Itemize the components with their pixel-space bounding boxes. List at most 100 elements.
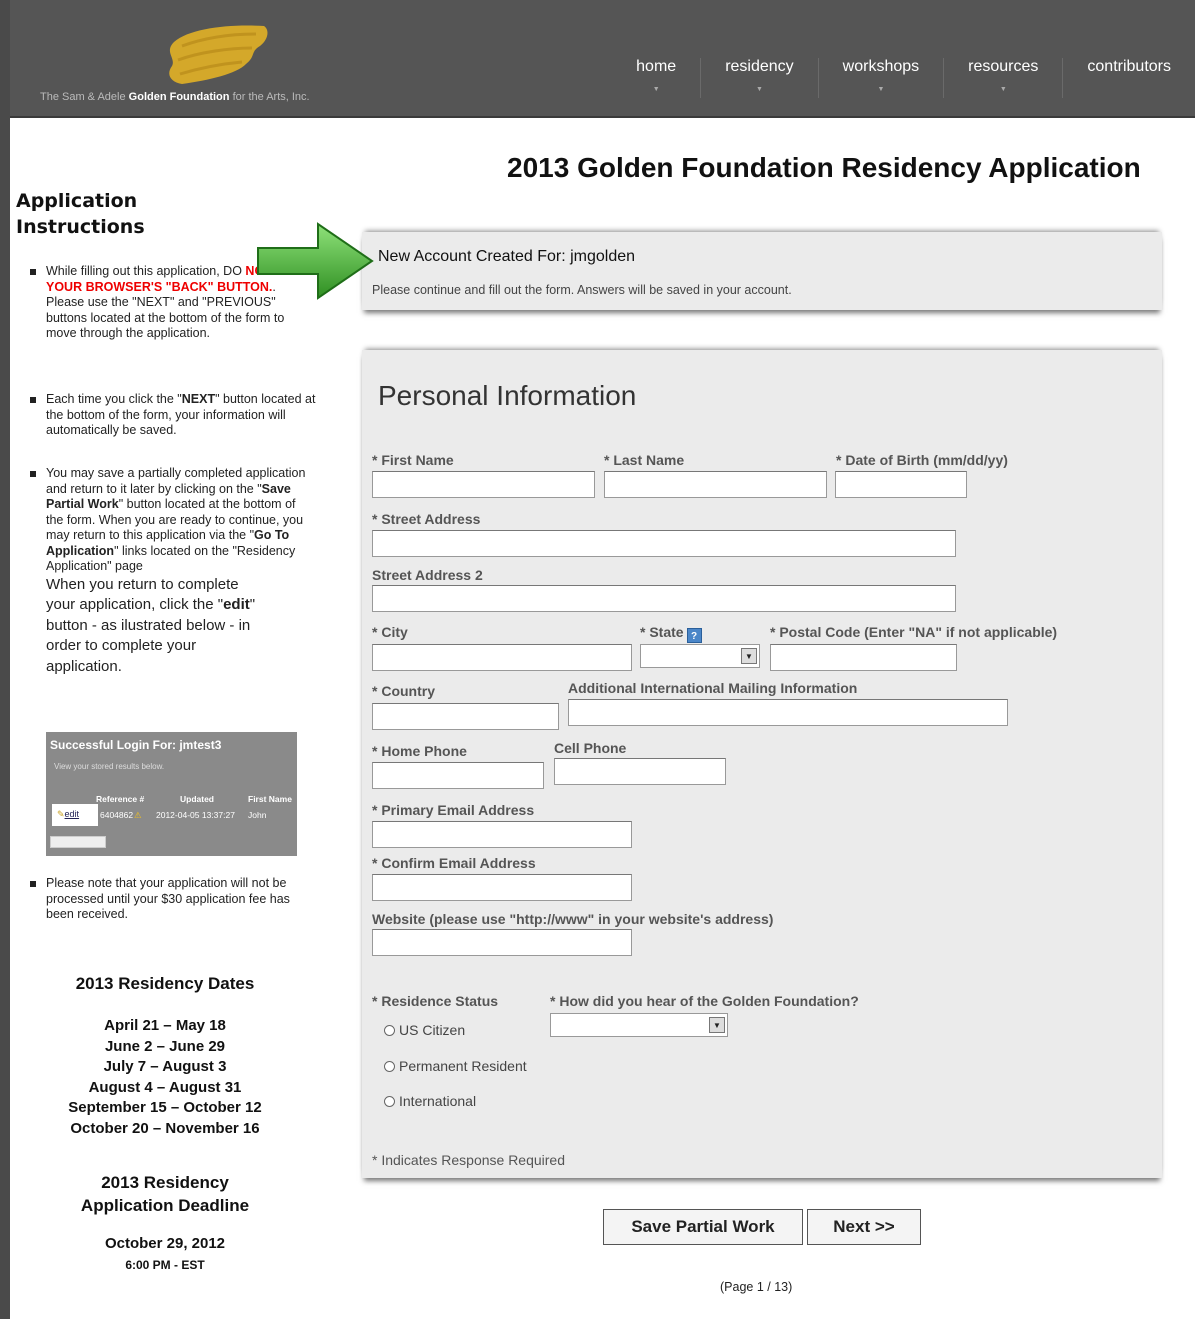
next-emphasis: NEXT — [181, 392, 216, 406]
nav-workshops[interactable]: workshops ▼ — [817, 58, 943, 98]
country-label: * Country — [372, 683, 435, 699]
postal-code-input[interactable] — [770, 644, 957, 671]
radio-label: US Citizen — [399, 1022, 466, 1038]
notice-text: Please continue and fill out the form. A… — [372, 283, 792, 297]
nav-label: residency — [725, 58, 794, 75]
example-title: Successful Login For: jmtest3 — [50, 738, 222, 752]
example-col-ref: Reference # — [96, 794, 145, 804]
hear-about-select[interactable]: ▼ — [550, 1013, 728, 1037]
example-updated: 2012-04-05 13:37:27 — [156, 810, 235, 820]
nav-label: contributors — [1087, 58, 1171, 75]
account-notice-panel — [362, 232, 1162, 310]
street-address-2-label: Street Address 2 — [372, 567, 483, 583]
nav-label: home — [636, 58, 677, 75]
help-icon[interactable]: ? — [686, 628, 702, 643]
date-range: October 20 – November 16 — [70, 1119, 260, 1137]
dates-list: April 21 – May 18 June 2 – June 29 July … — [30, 1016, 300, 1139]
nav-contributors[interactable]: contributors — [1062, 58, 1195, 98]
residence-international[interactable]: International — [384, 1093, 476, 1109]
deadline-heading: 2013 Residency Application Deadline — [30, 1171, 300, 1217]
country-input[interactable] — [372, 703, 559, 730]
tagline-suffix: for the Arts, Inc. — [232, 91, 310, 103]
example-subtitle: View your stored results below. — [54, 762, 165, 771]
city-label: * City — [372, 624, 408, 640]
instruction-next-button: Each time you click the "NEXT" button lo… — [30, 392, 316, 439]
example-edit-button: ✎edit — [52, 804, 98, 826]
instruction-text: Each time you click the " — [46, 392, 182, 406]
website-input[interactable] — [372, 929, 632, 956]
confirm-email-input[interactable] — [372, 874, 632, 901]
deadline-time: 6:00 PM - EST — [125, 1258, 205, 1272]
nav-home[interactable]: home ▼ — [612, 58, 700, 98]
page-title: 2013 Golden Foundation Residency Applica… — [507, 152, 1141, 183]
tagline-prefix: The Sam & Adele — [40, 91, 126, 103]
radio-circle-icon — [384, 1025, 395, 1036]
nav-label: workshops — [842, 58, 920, 75]
required-note: * Indicates Response Required — [372, 1152, 566, 1168]
dropdown-arrow-icon: ▼ — [741, 648, 757, 664]
deadline-heading-line: 2013 Residency — [101, 1173, 229, 1192]
nav-label: resources — [968, 58, 1039, 75]
date-range: April 21 – May 18 — [104, 1017, 226, 1034]
intl-mailing-label: Additional International Mailing Informa… — [568, 680, 858, 696]
chevron-down-icon: ▼ — [877, 86, 885, 93]
foundation-tagline[interactable]: The Sam & Adele Golden Foundation for th… — [40, 91, 310, 103]
instruction-fee: Please note that your application will n… — [30, 876, 316, 923]
date-range: June 2 – June 29 — [104, 1037, 226, 1055]
radio-label: International — [399, 1093, 477, 1109]
first-name-input[interactable] — [372, 471, 595, 498]
example-first: John — [248, 810, 267, 820]
instructions-heading: Application Instructions — [16, 190, 145, 238]
home-phone-input[interactable] — [372, 762, 544, 789]
edit-emphasis: edit — [223, 596, 250, 613]
radio-circle-icon — [384, 1061, 395, 1072]
dropdown-arrow-icon: ▼ — [709, 1017, 725, 1033]
dob-input[interactable] — [835, 471, 967, 498]
confirm-email-label: * Confirm Email Address — [372, 855, 536, 871]
deadline-heading-line: Application Deadline — [80, 1196, 250, 1215]
last-name-input[interactable] — [604, 471, 827, 498]
nav-residency[interactable]: residency ▼ — [700, 58, 817, 98]
street-address-label: * Street Address — [372, 511, 481, 527]
example-edit-label: edit — [64, 809, 80, 819]
save-partial-work-button[interactable]: Save Partial Work — [603, 1209, 803, 1245]
intl-mailing-input[interactable] — [568, 699, 1008, 726]
chevron-down-icon: ▼ — [999, 86, 1007, 93]
example-scrollbar — [50, 836, 106, 848]
state-label: * State? — [640, 624, 702, 643]
instruction-text: While filling out this application, DO — [46, 264, 242, 278]
next-button[interactable]: Next >> — [807, 1209, 921, 1245]
residence-permanent-resident[interactable]: Permanent Resident — [384, 1058, 527, 1074]
warning-icon: ⚠ — [134, 810, 142, 820]
cell-phone-input[interactable] — [554, 758, 726, 785]
instruction-edit: When you return to complete your applica… — [46, 575, 256, 678]
tagline-brand: Golden Foundation — [128, 91, 230, 103]
residence-us-citizen[interactable]: US Citizen — [384, 1022, 465, 1038]
postal-code-label: * Postal Code (Enter "NA" if not applica… — [770, 624, 1058, 640]
home-phone-label: * Home Phone — [372, 743, 467, 759]
last-name-label: * Last Name — [604, 452, 685, 468]
state-select[interactable]: ▼ — [640, 644, 760, 668]
residence-status-label: * Residence Status — [372, 993, 499, 1009]
primary-email-input[interactable] — [372, 821, 632, 848]
primary-email-label: * Primary Email Address — [372, 802, 535, 818]
golden-paint-swatch-logo[interactable] — [160, 22, 272, 86]
dob-label: * Date of Birth (mm/dd/yy) — [836, 452, 1008, 468]
main-nav: home ▼ residency ▼ workshops ▼ resources ▼ c… — [612, 58, 1195, 98]
page-indicator: (Page 1 / 13) — [720, 1280, 793, 1294]
street-address-2-input[interactable] — [372, 585, 956, 612]
website-label: Website (please use "http://www" in your… — [372, 911, 774, 927]
chevron-down-icon: ▼ — [755, 86, 763, 93]
city-input[interactable] — [372, 644, 632, 671]
pencil-icon: ✎ — [57, 809, 65, 819]
example-col-updated: Updated — [180, 794, 214, 804]
login-example-screenshot: Successful Login For: jmtest3 View your … — [46, 732, 297, 856]
dates-heading: 2013 Residency Dates — [75, 974, 255, 993]
street-address-input[interactable] — [372, 530, 956, 557]
deadline-date: October 29, 2012 — [104, 1235, 226, 1252]
section-title: Personal Information — [378, 380, 637, 411]
chevron-down-icon: ▼ — [652, 86, 660, 93]
instruction-save-partial: You may save a partially completed appli… — [30, 466, 316, 678]
nav-resources[interactable]: resources ▼ — [943, 58, 1062, 98]
notice-title: New Account Created For: jmgolden — [378, 248, 636, 265]
